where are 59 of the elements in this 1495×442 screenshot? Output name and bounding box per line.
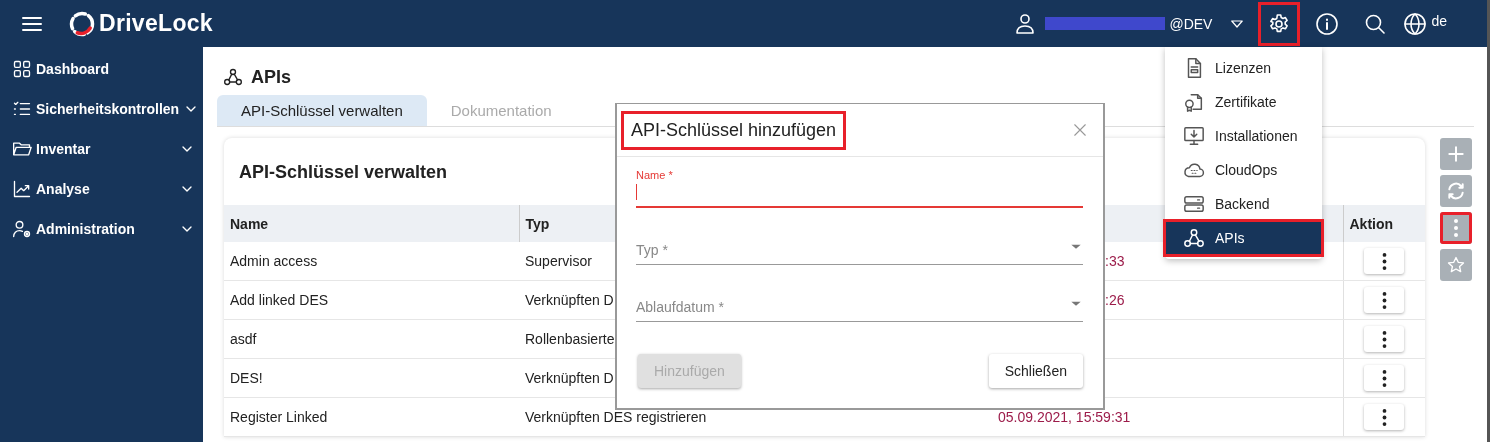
menu-item[interactable]: APIs [1165,221,1322,255]
chart-icon [12,179,32,199]
globe-icon [1403,11,1428,36]
server-icon [1183,193,1205,215]
refresh-icon [1446,181,1466,201]
plus-icon [1446,144,1466,164]
menu-item[interactable]: Backend [1165,187,1322,221]
table-cell: Add linked DES [224,280,519,320]
table-cell: Admin access [224,242,519,281]
logo-icon [68,9,96,38]
sidebar-item[interactable]: Inventar [36,141,175,157]
more-button[interactable] [1440,212,1472,244]
sidebar-item[interactable]: Sicherheitskontrollen [36,101,180,117]
menu-item[interactable]: CloudOps [1165,153,1322,187]
settings-button[interactable] [1258,1,1301,46]
date-text: :26 [1105,292,1125,308]
menu-item[interactable]: Installationen [1165,119,1322,153]
user-name: @DEV [1169,15,1213,32]
sidebar-item[interactable]: Dashboard [36,61,195,77]
more-icon [1381,330,1387,348]
star-icon [1446,255,1466,275]
sidebar-item[interactable]: Administration [36,221,175,237]
webhook-icon [223,67,243,87]
tab[interactable]: API-Schlüssel verwalten [217,95,427,126]
date-text: :33 [1105,253,1125,269]
menu-item[interactable]: Lizenzen [1165,51,1322,85]
row-actions-button[interactable] [1364,365,1405,391]
table-cell: Register Linked [224,397,519,437]
more-icon [1453,219,1459,237]
table-cell: DES! [224,358,519,398]
input-field[interactable]: Name * [636,171,1083,208]
more-icon [1381,291,1387,309]
webhook-icon [1183,227,1205,249]
sidebar-item[interactable]: Analyse [36,181,175,197]
table-cell: asdf [224,319,519,359]
column-header: Name [224,205,519,242]
select-field[interactable]: Typ * [636,228,1083,265]
column-header: Aktion [1343,205,1425,242]
menu-item[interactable]: Zertifikate [1165,85,1322,119]
row-actions-button[interactable] [1364,248,1405,274]
info-icon [1315,11,1340,36]
row-actions-button[interactable] [1364,404,1405,430]
language-label[interactable]: de [1431,12,1447,29]
logo-text: DriveLock [99,10,213,37]
certificate-icon [1183,91,1205,113]
more-icon [1381,252,1387,270]
grid-icon [12,59,32,79]
select-field[interactable]: Ablaufdatum * [636,285,1083,322]
page-title: APIs [251,66,292,88]
row-actions-button[interactable] [1364,326,1405,352]
more-icon [1381,408,1387,426]
user-gear-icon [12,219,32,239]
more-icon [1381,369,1387,387]
row-actions-button[interactable] [1364,287,1405,313]
dialog-button[interactable]: Schließen [988,354,1083,388]
dialog-title: API-Schlüssel hinzufügen [621,110,847,150]
card-title: API-Schlüssel verwalten [239,162,448,183]
date-text: 05.09.2021, 15:59:31 [998,409,1131,425]
monitor-download-icon [1183,125,1205,147]
